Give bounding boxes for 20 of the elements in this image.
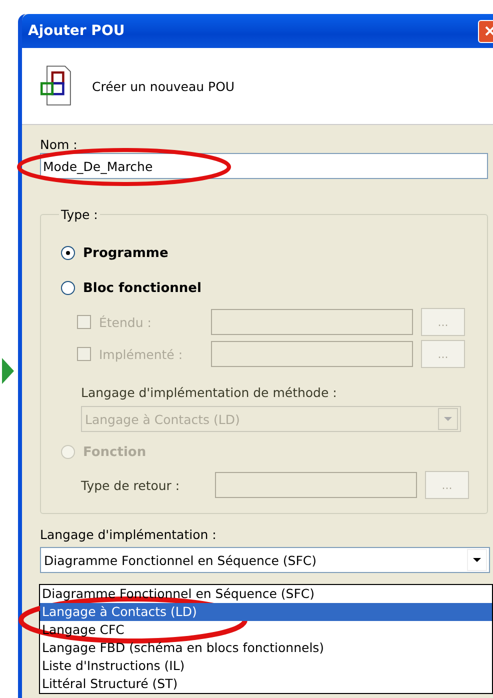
name-field[interactable]: Mode_De_Marche <box>40 153 488 179</box>
list-option[interactable]: Littéral Structuré (ST) <box>40 675 492 693</box>
list-option[interactable]: Langage CFC <box>40 621 492 639</box>
checkbox-label: Étendu : <box>99 314 152 330</box>
list-option[interactable]: Liste d'Instructions (IL) <box>40 657 492 675</box>
return-type-label: Type de retour : <box>81 478 181 492</box>
list-option[interactable]: Langage à Contacts (LD) <box>40 603 492 621</box>
group-title: Type : <box>60 207 99 222</box>
radio-label: Programme <box>83 246 168 260</box>
checkbox-label: Implémenté : <box>99 346 184 362</box>
header-text: Créer un nouveau POU <box>92 78 235 94</box>
list-option[interactable]: Diagramme Fonctionnel en Séquence (SFC) <box>40 585 492 603</box>
radio-label: Fonction <box>83 444 146 460</box>
name-label: Nom : <box>40 138 78 152</box>
language-label: Langage d'implémentation : <box>40 528 218 542</box>
method-language-label: Langage d'implémentation de méthode : <box>81 385 338 400</box>
list-option[interactable]: Langage FBD (schéma en blocs fonctionnels) <box>40 639 492 657</box>
language-dropdown[interactable]: Diagramme Fonctionnel en Séquence (SFC) <box>40 547 490 573</box>
window-title: Ajouter POU <box>28 23 125 39</box>
radio-label: Bloc fonctionnel <box>83 280 202 296</box>
